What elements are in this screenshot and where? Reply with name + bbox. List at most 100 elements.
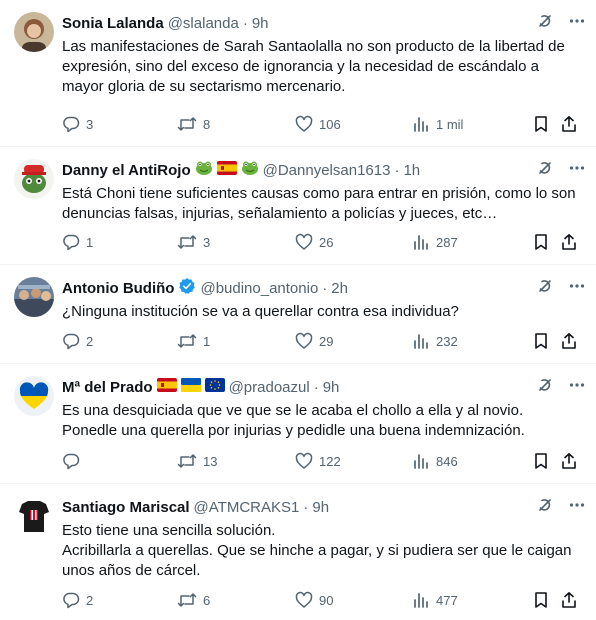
- like-count: 106: [319, 116, 341, 132]
- views-count: 287: [436, 234, 458, 250]
- more-icon[interactable]: [568, 376, 586, 394]
- timestamp[interactable]: 9h: [312, 499, 329, 516]
- views-count: 232: [436, 333, 458, 349]
- reply-button[interactable]: 2: [62, 591, 93, 609]
- handle[interactable]: @ATMCRAKS1: [194, 499, 300, 516]
- tweet[interactable]: Sonia Lalanda @slalanda · 9h Las manifes…: [0, 0, 596, 147]
- bookmark-button[interactable]: [532, 452, 550, 470]
- reply-button[interactable]: 3: [62, 115, 93, 133]
- display-name[interactable]: Santiago Mariscal: [62, 499, 190, 516]
- more-icon[interactable]: [568, 159, 586, 177]
- handle[interactable]: @pradoazul: [229, 379, 310, 396]
- retweet-button[interactable]: 1: [177, 332, 210, 350]
- spain-flag-icon: [156, 378, 177, 396]
- tweet[interactable]: Danny el AntiRojo @Dannyelsan1613 · 1h E…: [0, 147, 596, 265]
- tweet[interactable]: Santiago Mariscal @ATMCRAKS1 · 9h Esto t…: [0, 484, 596, 620]
- timestamp[interactable]: 9h: [252, 15, 269, 32]
- spain-flag-icon: [216, 161, 237, 179]
- action-bar: 3 8 106 1 mil: [62, 114, 582, 134]
- avatar[interactable]: [14, 376, 54, 416]
- reply-count: 1: [86, 234, 94, 250]
- bookmark-button[interactable]: [532, 233, 550, 251]
- tweet-header: Sonia Lalanda @slalanda · 9h: [62, 12, 586, 34]
- header-actions: [536, 496, 586, 514]
- like-button[interactable]: 29: [295, 332, 333, 350]
- avatar[interactable]: [14, 159, 54, 199]
- display-name[interactable]: Antonio Budiño: [62, 280, 174, 297]
- action-bar: 2 1 29 232: [62, 331, 582, 351]
- retweet-button[interactable]: 8: [177, 115, 210, 133]
- reply-count: 2: [86, 333, 94, 349]
- views-button[interactable]: 287: [412, 233, 458, 251]
- tweet[interactable]: Mª del Prado @pradoazul · 9h Es una desq…: [0, 364, 596, 484]
- bookmark-button[interactable]: [532, 332, 550, 350]
- handle[interactable]: @slalanda: [168, 15, 239, 32]
- share-button[interactable]: [560, 452, 578, 470]
- reply-button[interactable]: 1: [62, 233, 93, 251]
- avatar[interactable]: [14, 496, 54, 536]
- timestamp[interactable]: 2h: [331, 280, 348, 297]
- reply-icon: [63, 116, 80, 133]
- share-button[interactable]: [560, 332, 578, 350]
- retweet-icon: [177, 235, 197, 249]
- grok-icon[interactable]: [536, 12, 554, 30]
- views-button[interactable]: 477: [412, 591, 458, 609]
- views-button[interactable]: 1 mil: [412, 115, 463, 133]
- more-icon[interactable]: [568, 12, 586, 30]
- reply-button[interactable]: 2: [62, 332, 93, 350]
- share-button[interactable]: [560, 591, 578, 609]
- like-button[interactable]: 26: [295, 233, 333, 251]
- views-button[interactable]: 232: [412, 332, 458, 350]
- share-icon: [562, 116, 576, 132]
- action-bar: 2 6 90 477: [62, 590, 582, 610]
- like-button[interactable]: 106: [295, 115, 341, 133]
- grok-icon[interactable]: [536, 496, 554, 514]
- share-button[interactable]: [560, 115, 578, 133]
- like-button[interactable]: 90: [295, 591, 333, 609]
- retweet-icon: [177, 593, 197, 607]
- like-button[interactable]: 122: [295, 452, 341, 470]
- tweet-text: Está Choni tiene suficientes causas como…: [62, 185, 576, 222]
- bookmark-button[interactable]: [532, 115, 550, 133]
- reply-button[interactable]: [62, 452, 86, 470]
- views-icon: [414, 593, 428, 608]
- views-icon: [414, 334, 428, 349]
- share-button[interactable]: [560, 233, 578, 251]
- retweet-icon: [177, 334, 197, 348]
- heart-icon: [295, 115, 313, 132]
- header-actions: [536, 12, 586, 30]
- timestamp[interactable]: 1h: [403, 162, 420, 179]
- display-name[interactable]: Mª del Prado: [62, 379, 153, 396]
- retweet-button[interactable]: 6: [177, 591, 210, 609]
- separator: ·: [242, 14, 248, 32]
- frog-icon: [241, 160, 259, 180]
- retweet-count: 3: [203, 234, 211, 250]
- handle[interactable]: @budino_antonio: [200, 280, 318, 297]
- retweet-button[interactable]: 3: [177, 233, 210, 251]
- header-actions: [536, 159, 586, 177]
- handle[interactable]: @Dannyelsan1613: [263, 162, 391, 179]
- views-count: 1 mil: [436, 116, 464, 132]
- timestamp[interactable]: 9h: [323, 379, 340, 396]
- more-icon[interactable]: [568, 277, 586, 295]
- display-name[interactable]: Sonia Lalanda: [62, 15, 164, 32]
- grok-icon[interactable]: [536, 159, 554, 177]
- tweet-text: Esto tiene una sencilla solución. Acribi…: [62, 522, 572, 579]
- like-count: 26: [319, 234, 334, 250]
- heart-icon: [295, 591, 313, 608]
- avatar[interactable]: [14, 12, 54, 52]
- display-name[interactable]: Danny el AntiRojo: [62, 162, 191, 179]
- avatar[interactable]: [14, 277, 54, 317]
- tweet-header: Mª del Prado @pradoazul · 9h: [62, 376, 586, 398]
- grok-icon[interactable]: [536, 376, 554, 394]
- header-actions: [536, 277, 586, 295]
- views-button[interactable]: 846: [412, 452, 458, 470]
- more-icon[interactable]: [568, 496, 586, 514]
- retweet-button[interactable]: 13: [177, 452, 217, 470]
- bookmark-button[interactable]: [532, 591, 550, 609]
- grok-icon[interactable]: [536, 277, 554, 295]
- tweet[interactable]: Antonio Budiño @budino_antonio · 2h ¿Nin…: [0, 265, 596, 364]
- like-count: 29: [319, 333, 334, 349]
- views-count: 846: [436, 453, 458, 469]
- retweet-icon: [177, 117, 197, 131]
